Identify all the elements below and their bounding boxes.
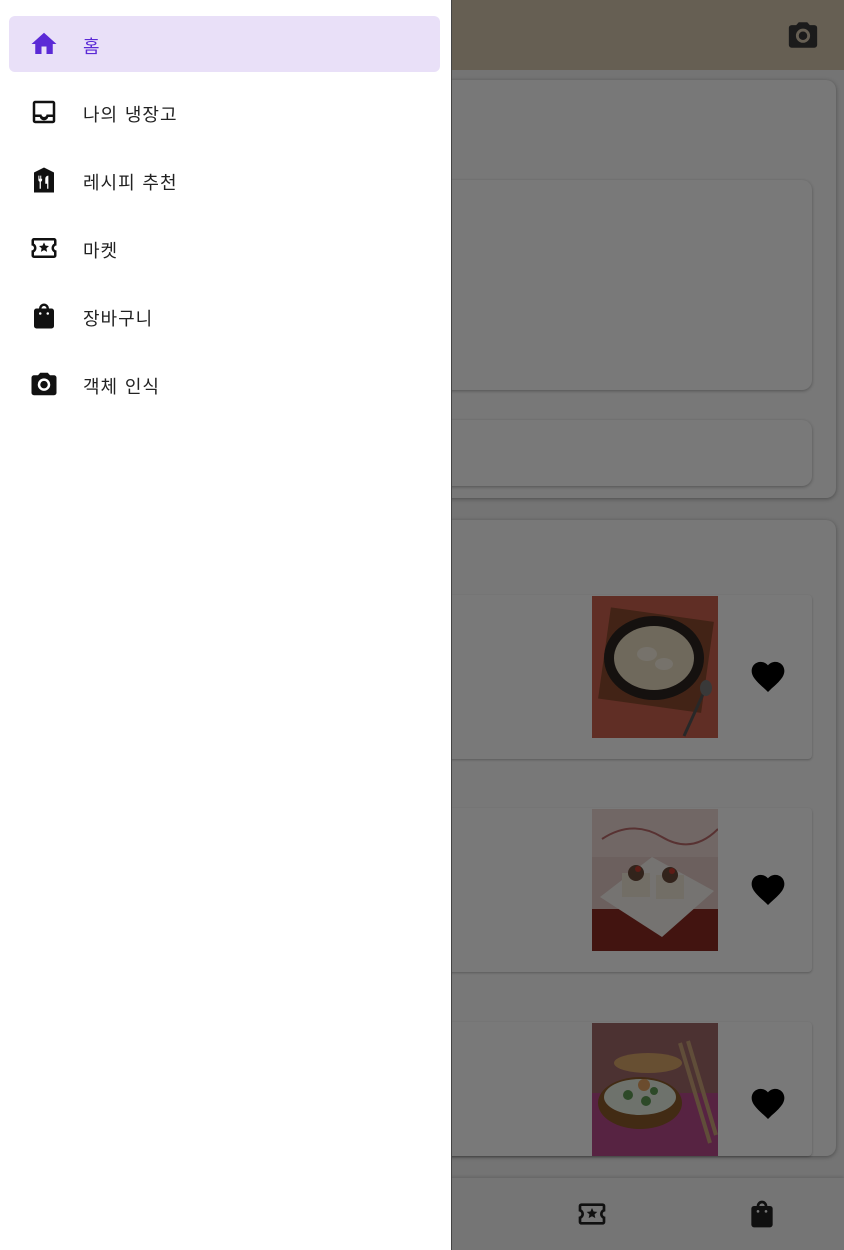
home-icon [31, 32, 57, 54]
drawer-item-home[interactable]: 홈 [9, 16, 440, 72]
drawer-item-cart[interactable]: 장바구니 [9, 288, 440, 344]
camera-icon [31, 372, 57, 396]
shopping-bag-icon [34, 303, 54, 329]
restaurant-building-icon [34, 167, 54, 193]
drawer-item-label: 객체 인식 [83, 377, 160, 398]
ticket-star-icon [31, 238, 57, 258]
drawer-item-label: 나의 냉장고 [83, 105, 178, 126]
drawer-item-market[interactable]: 마켓 [9, 220, 440, 276]
drawer-item-label: 마켓 [83, 241, 119, 262]
drawer-item-object-recognition[interactable]: 객체 인식 [9, 356, 440, 412]
drawer-item-label: 레시피 추천 [83, 173, 178, 194]
drawer-item-label: 장바구니 [83, 309, 154, 330]
drawer-item-label: 홈 [83, 37, 101, 58]
drawer-item-recipe-recommend[interactable]: 레시피 추천 [9, 152, 440, 208]
inbox-icon [32, 100, 56, 124]
navigation-drawer: 홈 나의 냉장고 레시피 추천 마켓 장바구니 객체 인식 [0, 0, 452, 1250]
drawer-item-my-fridge[interactable]: 나의 냉장고 [9, 84, 440, 140]
